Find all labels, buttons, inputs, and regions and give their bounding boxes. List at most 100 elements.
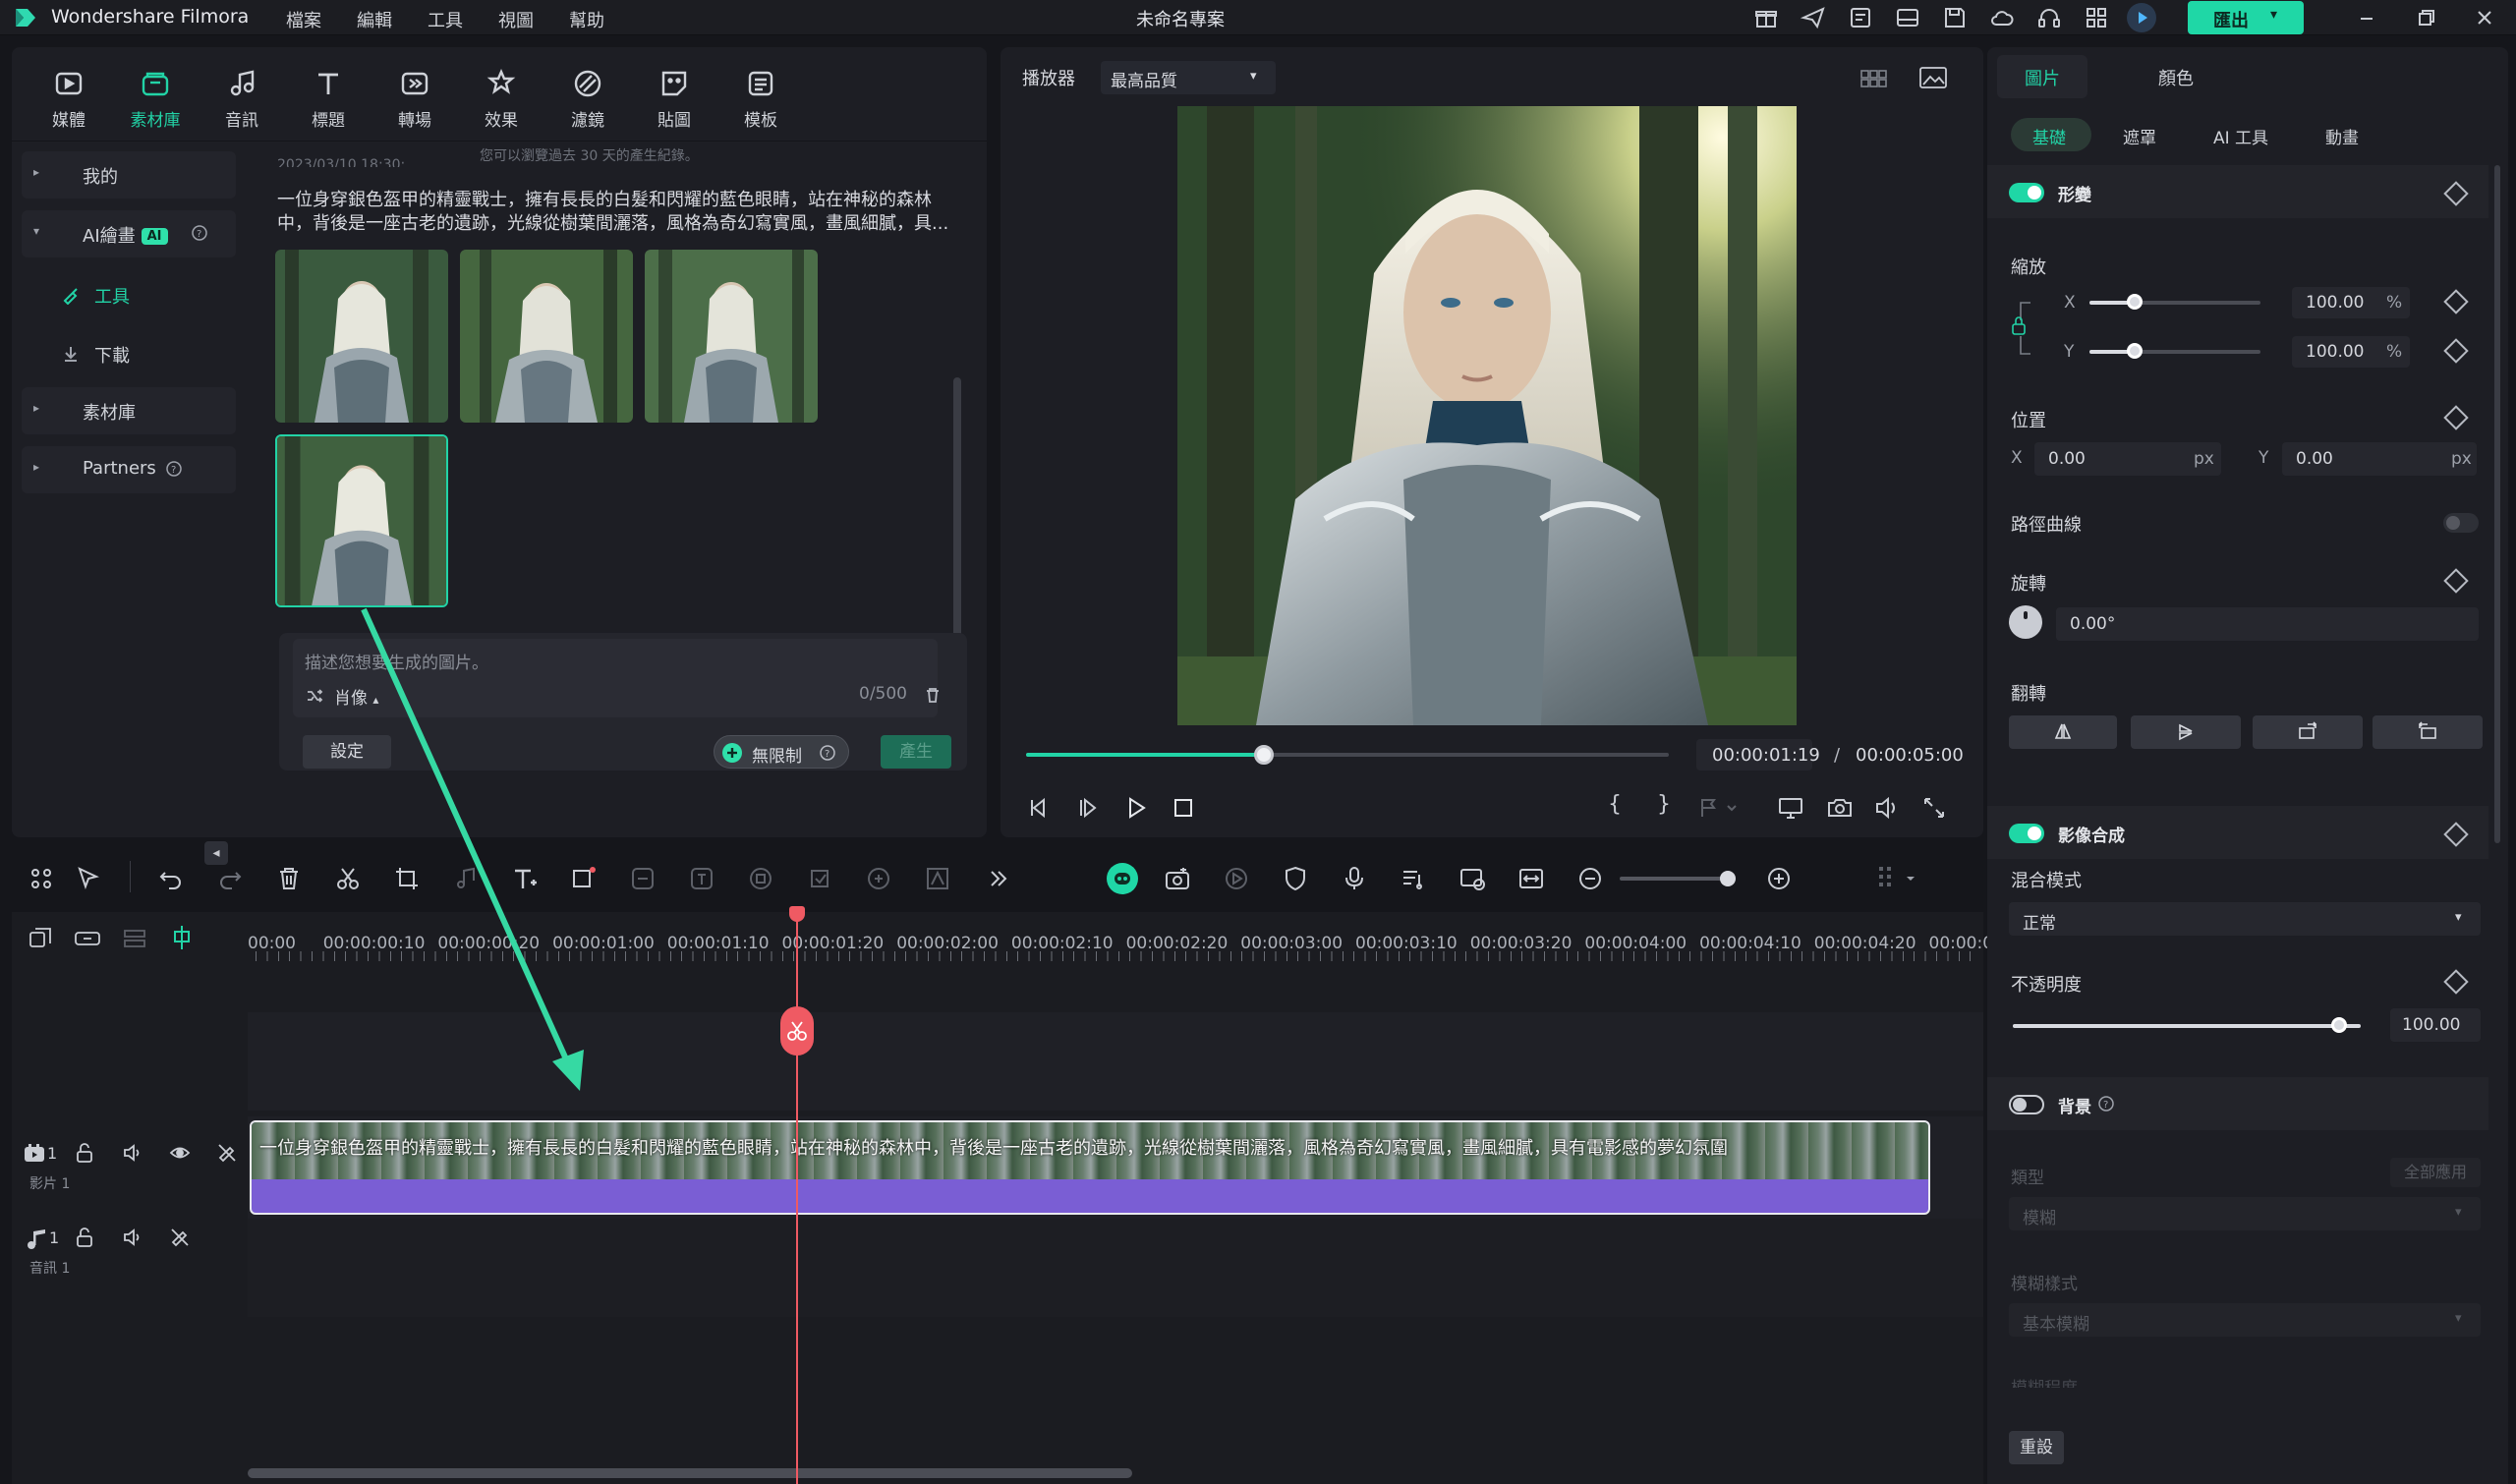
stop-icon[interactable] <box>1170 794 1197 822</box>
blur-style-dropdown[interactable]: 基本模糊 ▾ <box>2009 1303 2481 1337</box>
subtab-ai-tools[interactable]: AI 工具 <box>2213 124 2268 148</box>
ai-tool-icon-2[interactable] <box>688 865 715 892</box>
scale-x-slider[interactable] <box>2089 294 2260 310</box>
layout-switch-icon[interactable] <box>28 865 55 892</box>
keyframe-diamond-icon[interactable] <box>2443 568 2469 594</box>
gift-icon[interactable] <box>1753 5 1779 30</box>
tab-media[interactable]: 媒體 <box>29 67 108 136</box>
layout-icon[interactable] <box>1895 5 1920 30</box>
generated-image-1[interactable] <box>275 250 448 423</box>
rotate-cw-button[interactable] <box>2253 715 2363 749</box>
zoom-slider-knob[interactable] <box>1720 871 1736 886</box>
lock-icon[interactable] <box>75 1142 94 1164</box>
trash-icon[interactable] <box>924 686 942 704</box>
scale-y-knob[interactable] <box>2127 343 2143 359</box>
microphone-icon[interactable] <box>1341 865 1368 892</box>
ai-tool-icon-3[interactable] <box>747 865 774 892</box>
prev-frame-icon[interactable] <box>1026 794 1054 822</box>
apply-all-button[interactable]: 全部應用 <box>2390 1158 2481 1187</box>
subtab-animation[interactable]: 動畫 <box>2325 124 2359 148</box>
link-scale-icon[interactable] <box>2009 299 2034 358</box>
ai-assistant-icon[interactable] <box>1107 863 1138 894</box>
blend-mode-dropdown[interactable]: 正常 ▾ <box>2009 902 2481 936</box>
minimize-icon[interactable] <box>2353 4 2380 31</box>
tab-image[interactable]: 圖片 <box>1997 55 2087 98</box>
link-icon[interactable] <box>73 926 102 951</box>
video-clip[interactable]: 一位身穿銀色盔甲的精靈戰士，擁有長長的白髮和閃耀的藍色眼睛，站在神秘的森林中，背… <box>250 1120 1930 1215</box>
select-tool-icon[interactable] <box>75 865 102 892</box>
export-button[interactable]: 匯出 ▾ <box>2188 1 2304 34</box>
transform-toggle[interactable] <box>2009 183 2044 202</box>
generated-image-2[interactable] <box>460 250 633 423</box>
tab-color[interactable]: 顏色 <box>2111 55 2202 98</box>
zoom-out-icon[interactable] <box>1576 865 1604 892</box>
tab-templates[interactable]: 模板 <box>721 67 800 136</box>
menu-tools[interactable]: 工具 <box>428 7 463 32</box>
background-toggle[interactable] <box>2009 1095 2044 1114</box>
ai-tool-icon-5[interactable] <box>865 865 892 892</box>
shuffle-icon[interactable] <box>305 686 324 706</box>
playhead[interactable] <box>796 912 798 1484</box>
scale-y-slider[interactable] <box>2089 343 2260 359</box>
save-icon[interactable] <box>1942 5 1968 30</box>
rotate-ccw-button[interactable] <box>2373 715 2483 749</box>
generate-button[interactable]: 產生 <box>881 735 951 769</box>
magnet-snap-icon[interactable] <box>169 924 195 951</box>
position-x-input[interactable]: 0.00 px <box>2034 442 2221 476</box>
help-icon[interactable]: ? <box>191 224 208 242</box>
tab-library[interactable]: 素材庫 <box>116 67 195 136</box>
more-tools-icon[interactable] <box>985 865 1012 892</box>
audio-mix-icon[interactable] <box>1400 865 1427 892</box>
tab-titles[interactable]: 標題 <box>289 67 368 136</box>
playhead-split-button[interactable] <box>780 1006 814 1056</box>
sidebar-item-partners[interactable]: ▸ Partners ? <box>22 446 236 493</box>
tab-audio[interactable]: 音訊 <box>202 67 281 136</box>
position-y-input[interactable]: 0.00 px <box>2282 442 2477 476</box>
play-icon[interactable] <box>1122 794 1150 822</box>
compositing-toggle[interactable] <box>2009 824 2044 843</box>
help-icon[interactable]: ? <box>165 460 183 478</box>
flip-horizontal-button[interactable] <box>2009 715 2117 749</box>
video-preview[interactable] <box>1177 106 1797 725</box>
grid-view-icon[interactable] <box>1859 67 1889 90</box>
flip-vertical-button[interactable] <box>2131 715 2241 749</box>
scale-x-input[interactable]: 100.00% <box>2292 287 2410 318</box>
type-dropdown[interactable]: 模糊 ▾ <box>2009 1197 2481 1230</box>
menu-edit[interactable]: 編輯 <box>357 7 392 32</box>
mark-out-icon[interactable]: } <box>1657 792 1671 817</box>
rotation-input[interactable]: 0.00° <box>2056 607 2479 641</box>
sidebar-item-mine[interactable]: ▸ 我的 <box>22 151 236 199</box>
timeline-hscrollbar[interactable] <box>248 1468 1132 1478</box>
menu-file[interactable]: 檔案 <box>286 7 321 32</box>
volume-icon[interactable] <box>1873 794 1901 822</box>
zoom-in-icon[interactable] <box>1765 865 1793 892</box>
help-icon[interactable]: ? <box>819 744 836 762</box>
avatar[interactable] <box>2127 3 2156 32</box>
ai-tool-icon-6[interactable] <box>924 865 951 892</box>
opacity-input[interactable]: 100.00 <box>2390 1008 2481 1042</box>
ai-tool-icon-1[interactable] <box>629 865 657 892</box>
fit-icon[interactable] <box>1517 865 1545 892</box>
help-icon[interactable]: ? <box>2097 1095 2115 1113</box>
shield-icon[interactable] <box>1282 865 1309 892</box>
ai-tool-icon-4[interactable] <box>806 865 833 892</box>
mark-in-icon[interactable]: { <box>1608 792 1622 817</box>
scale-x-knob[interactable] <box>2127 294 2143 310</box>
keyframe-diamond-icon[interactable] <box>2443 405 2469 430</box>
keyframe-diamond-icon[interactable] <box>2443 338 2469 364</box>
reset-button[interactable]: 重設 <box>2009 1431 2064 1464</box>
eye-icon[interactable] <box>169 1142 191 1164</box>
subtab-basic[interactable]: 基礎 <box>2011 118 2091 151</box>
menu-help[interactable]: 幫助 <box>569 7 604 32</box>
tab-stickers[interactable]: 貼圖 <box>635 67 714 136</box>
keyframe-diamond-icon[interactable] <box>2443 969 2469 995</box>
apps-grid-icon[interactable] <box>2084 5 2109 30</box>
panel-scrollbar[interactable] <box>2494 165 2500 843</box>
tab-transitions[interactable]: 轉場 <box>375 67 454 136</box>
rotation-dial[interactable] <box>2009 605 2042 639</box>
auto-reframe-icon[interactable] <box>1164 865 1191 892</box>
restore-icon[interactable] <box>2412 4 2439 31</box>
path-curve-toggle[interactable] <box>2443 513 2479 533</box>
image-view-icon[interactable] <box>1918 65 1948 90</box>
unlimited-toggle[interactable]: 無限制 ? <box>714 735 849 769</box>
